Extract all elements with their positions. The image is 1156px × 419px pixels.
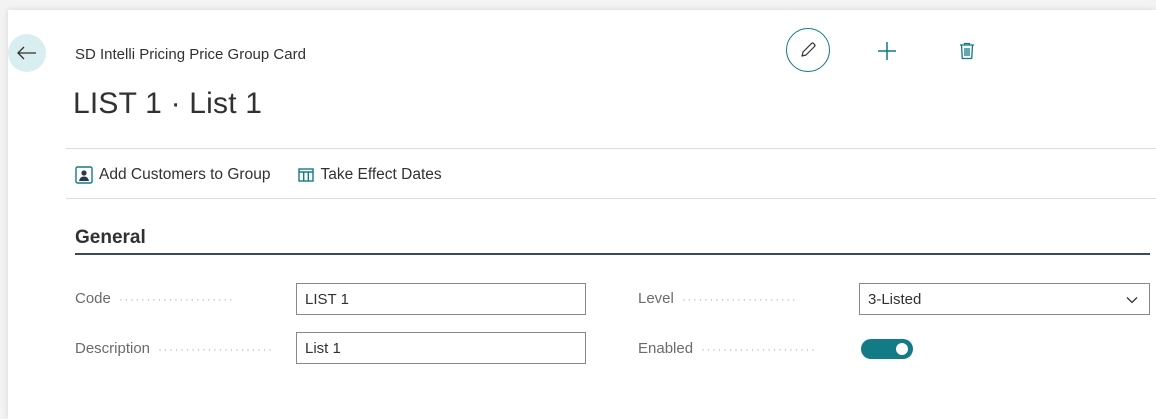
plus-icon	[878, 42, 896, 60]
enabled-toggle[interactable]	[861, 339, 913, 359]
level-select[interactable]: 3-Listed	[859, 283, 1150, 315]
toggle-knob	[896, 343, 908, 355]
calendar-grid-icon	[298, 168, 315, 182]
code-label: Code ·····················	[75, 290, 287, 307]
description-field[interactable]: List 1	[296, 332, 586, 364]
section-underline	[75, 253, 1150, 255]
level-label: Level ·····················	[638, 290, 848, 307]
description-label: Description ·····················	[75, 340, 287, 357]
header-divider	[66, 148, 1156, 149]
trash-icon	[960, 42, 974, 60]
label-dots: ·····················	[118, 291, 235, 306]
code-label-text: Code	[75, 290, 111, 307]
page-title: LIST 1 · List 1	[73, 87, 263, 120]
edit-button[interactable]	[786, 28, 830, 72]
action-bar: Add Customers to Group Take Effect Dates	[75, 161, 442, 189]
description-label-text: Description	[75, 340, 151, 357]
label-dots: ·····················	[681, 291, 798, 306]
chevron-down-icon	[1126, 297, 1138, 304]
delete-button[interactable]	[954, 38, 980, 64]
take-effect-dates-action[interactable]: Take Effect Dates	[298, 166, 442, 184]
action-label: Take Effect Dates	[320, 166, 442, 183]
action-label: Add Customers to Group	[99, 166, 271, 183]
new-button[interactable]	[874, 38, 900, 64]
level-label-text: Level	[638, 290, 674, 307]
pencil-icon	[801, 42, 816, 57]
label-dots: ·····················	[701, 341, 817, 356]
code-field[interactable]: LIST 1	[296, 283, 586, 315]
level-value: 3-Listed	[868, 290, 922, 308]
actionbar-divider	[66, 198, 1156, 199]
enabled-label-text: Enabled	[638, 340, 694, 357]
enabled-label: Enabled ·····················	[638, 340, 848, 357]
page-subtitle: SD Intelli Pricing Price Group Card	[75, 46, 306, 63]
section-general-title[interactable]: General	[75, 227, 146, 249]
label-dots: ·····················	[158, 341, 274, 356]
back-button[interactable]	[8, 34, 46, 72]
add-customers-to-group-action[interactable]: Add Customers to Group	[75, 166, 270, 184]
customer-group-icon	[75, 166, 93, 184]
arrow-left-icon	[17, 46, 36, 60]
